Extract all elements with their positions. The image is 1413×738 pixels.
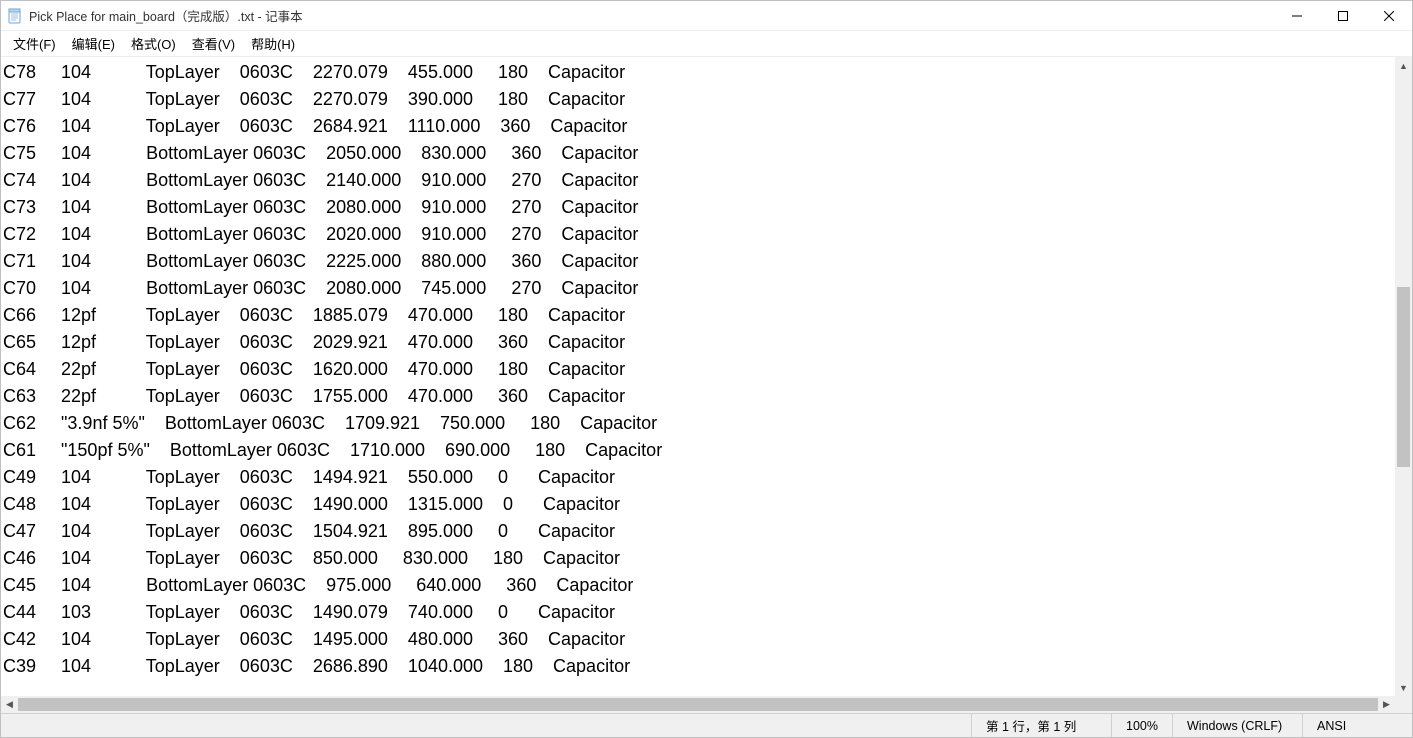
- menu-file[interactable]: 文件(F): [5, 32, 64, 55]
- chevron-down-icon: ▼: [1399, 683, 1408, 693]
- scroll-right-button[interactable]: ▶: [1378, 696, 1395, 713]
- status-position: 第 1 行，第 1 列: [971, 714, 1111, 737]
- content-wrapper: C78 104 TopLayer 0603C 2270.079 455.000 …: [1, 57, 1412, 696]
- scrollbar-corner: [1395, 696, 1412, 713]
- scroll-down-button[interactable]: ▼: [1395, 679, 1412, 696]
- horizontal-scrollbar[interactable]: ◀ ▶: [1, 696, 1395, 713]
- close-button[interactable]: [1366, 1, 1412, 30]
- chevron-up-icon: ▲: [1399, 61, 1408, 71]
- text-area[interactable]: C78 104 TopLayer 0603C 2270.079 455.000 …: [1, 57, 1395, 696]
- scroll-left-button[interactable]: ◀: [1, 696, 18, 713]
- status-line-ending: Windows (CRLF): [1172, 714, 1302, 737]
- menu-help[interactable]: 帮助(H): [243, 32, 303, 55]
- vertical-scrollbar[interactable]: ▲ ▼: [1395, 57, 1412, 696]
- menu-format[interactable]: 格式(O): [123, 32, 184, 55]
- maximize-icon: [1338, 11, 1348, 21]
- vertical-scroll-track[interactable]: [1395, 74, 1412, 679]
- horizontal-scroll-track[interactable]: [18, 696, 1378, 713]
- status-encoding: ANSI: [1302, 714, 1412, 737]
- notepad-icon: [7, 8, 23, 24]
- notepad-window: Pick Place for main_board（完成版）.txt - 记事本…: [0, 0, 1413, 738]
- status-zoom: 100%: [1111, 714, 1172, 737]
- menu-view[interactable]: 查看(V): [184, 32, 243, 55]
- titlebar-left: Pick Place for main_board（完成版）.txt - 记事本: [1, 6, 303, 25]
- menubar: 文件(F) 编辑(E) 格式(O) 查看(V) 帮助(H): [1, 31, 1412, 57]
- scroll-up-button[interactable]: ▲: [1395, 57, 1412, 74]
- vertical-scroll-thumb[interactable]: [1397, 287, 1410, 467]
- titlebar: Pick Place for main_board（完成版）.txt - 记事本: [1, 1, 1412, 31]
- minimize-icon: [1292, 11, 1302, 21]
- window-title: Pick Place for main_board（完成版）.txt - 记事本: [29, 6, 303, 25]
- maximize-button[interactable]: [1320, 1, 1366, 30]
- chevron-left-icon: ◀: [6, 699, 13, 710]
- horizontal-scroll-thumb[interactable]: [18, 698, 1378, 711]
- chevron-right-icon: ▶: [1383, 699, 1390, 710]
- close-icon: [1384, 11, 1394, 21]
- statusbar: 第 1 行，第 1 列 100% Windows (CRLF) ANSI: [1, 713, 1412, 737]
- window-controls: [1274, 1, 1412, 30]
- minimize-button[interactable]: [1274, 1, 1320, 30]
- menu-edit[interactable]: 编辑(E): [64, 32, 123, 55]
